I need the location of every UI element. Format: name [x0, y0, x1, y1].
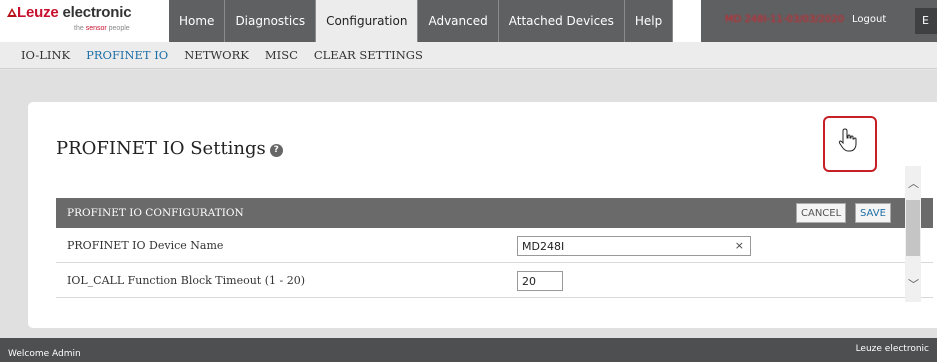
setting-label: PROFINET IO Device Name	[67, 239, 224, 252]
user-tools: MD 248I-11-03/03/2020 Logout E	[701, 0, 937, 42]
tab-advanced[interactable]: Advanced	[418, 0, 499, 42]
profinet-config-table: PROFINET IO CONFIGURATION CANCEL SAVE PR…	[56, 198, 933, 298]
device-status-text: MD 248I-11-03/03/2020	[725, 14, 845, 25]
clear-icon[interactable]: ×	[735, 239, 744, 252]
top-bar: Leuze electronic the sensor people Home …	[0, 0, 937, 42]
logo-tagline: the sensor people	[74, 25, 130, 32]
chevron-up-icon[interactable]: ︿	[908, 175, 919, 191]
subnav-profinet-io[interactable]: PROFINET IO	[86, 48, 168, 62]
device-name-input[interactable]: MD248I ×	[517, 236, 751, 256]
tab-help[interactable]: Help	[624, 0, 674, 42]
subnav-io-link[interactable]: IO-LINK	[21, 48, 70, 62]
subnav-network[interactable]: NETWORK	[184, 48, 249, 62]
config-header-label: PROFINET IO CONFIGURATION	[67, 207, 244, 219]
logo-triangle-icon	[7, 8, 17, 17]
tab-diagnostics[interactable]: Diagnostics	[225, 0, 317, 42]
chevron-down-icon[interactable]: ﹀	[908, 276, 919, 292]
setting-label: IOL_CALL Function Block Timeout (1 - 20)	[67, 274, 305, 287]
tab-home[interactable]: Home	[169, 0, 226, 42]
save-button[interactable]: SAVE	[855, 203, 891, 223]
hand-pointer-icon	[838, 128, 857, 152]
scrollbar-thumb[interactable]	[906, 200, 920, 256]
table-row: PROFINET IO Device Name MD248I ×	[56, 228, 933, 263]
cancel-button[interactable]: CANCEL	[796, 203, 847, 223]
logout-link[interactable]: Logout	[852, 14, 886, 25]
language-selector[interactable]: E	[915, 8, 937, 34]
tab-configuration[interactable]: Configuration	[316, 0, 419, 42]
welcome-text: Welcome Admin	[8, 349, 81, 359]
sub-nav: IO-LINK PROFINET IO NETWORK MISC CLEAR S…	[0, 42, 937, 69]
subnav-clear-settings[interactable]: CLEAR SETTINGS	[314, 48, 423, 62]
footer: Welcome Admin Leuze electronic	[0, 338, 937, 362]
subnav-misc[interactable]: MISC	[265, 48, 298, 62]
footer-brand: Leuze electronic	[855, 344, 929, 354]
logo-brand-text: Leuze electronic	[17, 4, 132, 21]
leuze-logo[interactable]: Leuze electronic the sensor people	[0, 0, 170, 42]
settings-panel: PROFINET IO Settings? PROFINET IO CONFIG…	[28, 102, 937, 328]
vertical-scrollbar[interactable]: ︿ ﹀	[905, 166, 921, 302]
page-title: PROFINET IO Settings?	[56, 138, 283, 159]
question-circle-icon[interactable]: ?	[269, 144, 283, 157]
main-nav: Home Diagnostics Configuration Advanced …	[169, 0, 674, 42]
tab-attached-devices[interactable]: Attached Devices	[498, 0, 625, 42]
timeout-input[interactable]: 20	[517, 271, 563, 291]
content-area: PROFINET IO Settings? PROFINET IO CONFIG…	[0, 70, 937, 338]
table-row: IOL_CALL Function Block Timeout (1 - 20)…	[56, 263, 933, 298]
config-header: PROFINET IO CONFIGURATION CANCEL SAVE	[56, 198, 933, 228]
